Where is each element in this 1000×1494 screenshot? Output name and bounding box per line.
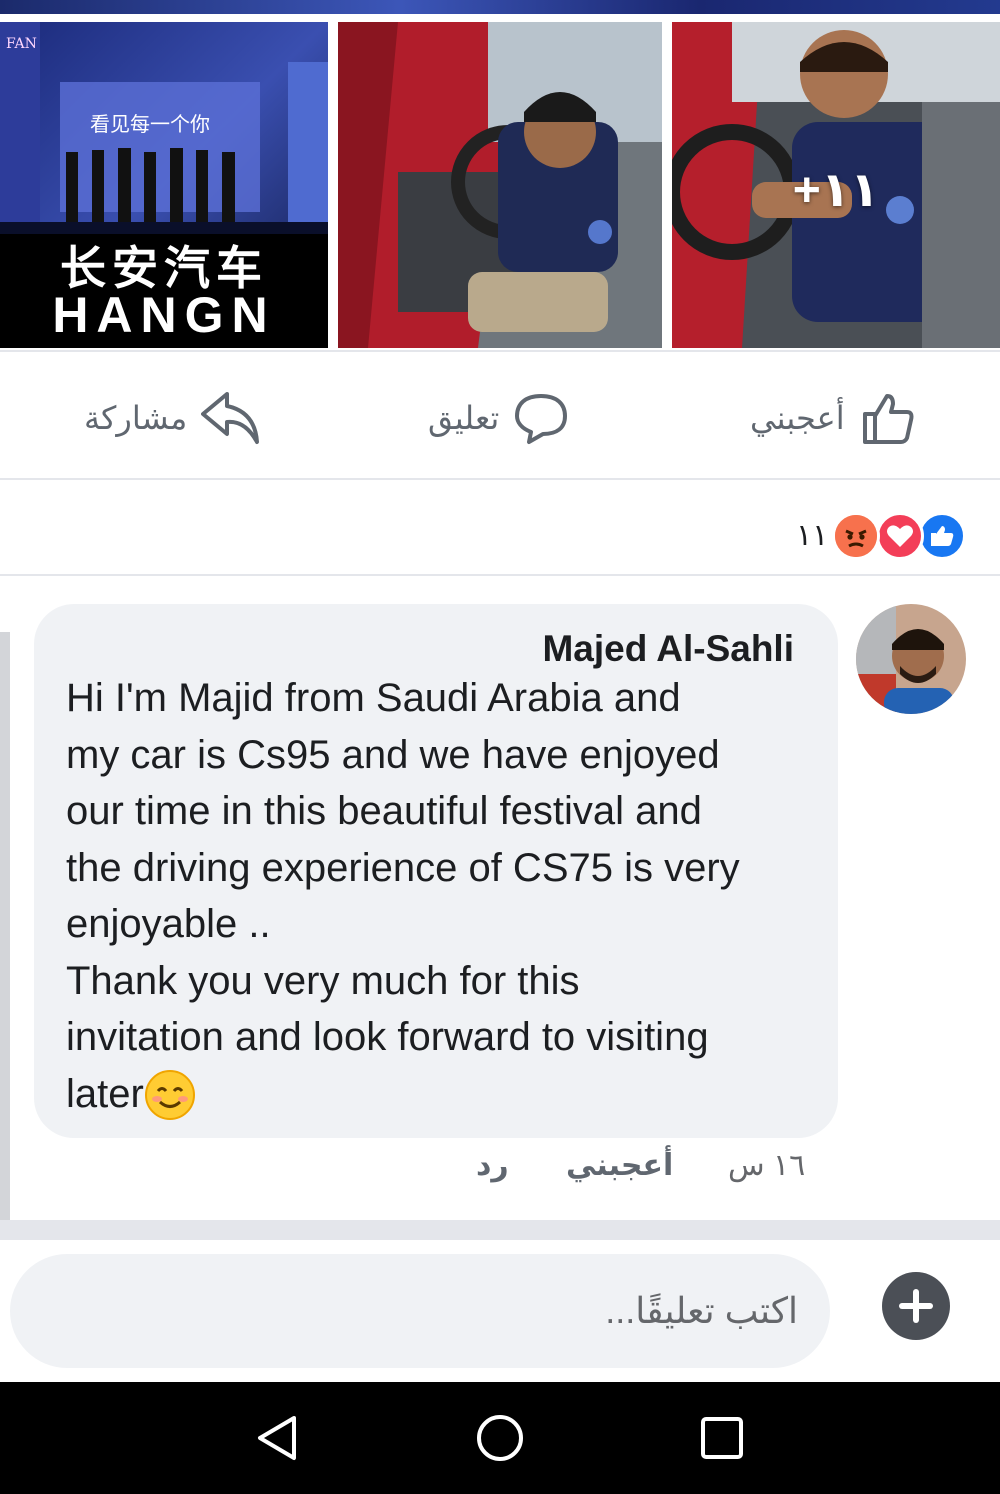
divider <box>0 574 1000 576</box>
avatar[interactable] <box>856 604 966 714</box>
thread-line <box>0 632 10 1220</box>
home-icon[interactable] <box>474 1412 526 1464</box>
share-label: مشاركة <box>84 400 188 436</box>
stage-banner-bottom: HANGN <box>52 287 276 343</box>
comment-label: تعليق <box>428 400 500 436</box>
angry-icon <box>832 512 880 560</box>
comment-composer <box>0 1240 1000 1382</box>
thumbs-up-icon <box>859 390 915 446</box>
comment-reply-button[interactable]: رد <box>476 1148 509 1183</box>
recent-apps-icon[interactable] <box>696 1412 748 1464</box>
comment-text: Hi I'm Majid from Saudi Arabia and my ca… <box>66 670 826 1122</box>
system-navigation-bar <box>0 1382 1000 1494</box>
comment-input[interactable] <box>10 1254 830 1368</box>
like-label: أعجبني <box>750 400 845 436</box>
photo-credit: FAN <box>6 36 37 52</box>
comment-body: Hi I'm Majid from Saudi Arabia and my ca… <box>66 676 740 1116</box>
comment-timestamp: ١٦ س <box>728 1149 806 1182</box>
divider <box>0 1220 1000 1240</box>
share-button[interactable]: مشاركة <box>84 388 261 448</box>
stage-photo[interactable]: 看见每一个你 长安汽车 HANGN FAN <box>0 22 328 348</box>
share-arrow-icon <box>201 390 261 446</box>
comment-author[interactable]: Majed Al-Sahli <box>542 628 794 670</box>
post-action-bar: أعجبني تعليق مشاركة <box>0 352 1000 478</box>
reaction-count: ١١ <box>796 519 829 552</box>
add-attachment-button[interactable] <box>882 1272 950 1340</box>
stage-screen-caption: 看见每一个你 <box>90 112 210 136</box>
speech-bubble-icon <box>513 390 569 446</box>
comment-button[interactable]: تعليق <box>428 388 569 448</box>
previous-image-strip <box>0 0 1000 14</box>
like-button[interactable]: أعجبني <box>750 388 915 448</box>
more-photos-count: +١١ <box>792 164 880 217</box>
like-icon <box>918 512 966 560</box>
comment-bubble[interactable]: Majed Al-Sahli Hi I'm Majid from Saudi A… <box>34 604 838 1138</box>
comment-like-button[interactable]: أعجبني <box>566 1148 673 1183</box>
love-icon <box>876 512 924 560</box>
smiling-face-icon <box>144 1069 196 1121</box>
driver-photo-2[interactable]: +١١ <box>672 22 1000 348</box>
comment-input-wrapper <box>10 1254 830 1368</box>
back-icon[interactable] <box>252 1412 304 1464</box>
driver-photo-1[interactable] <box>338 22 662 348</box>
post-photo-grid: 看见每一个你 长安汽车 HANGN FAN +١١ <box>0 0 1000 352</box>
